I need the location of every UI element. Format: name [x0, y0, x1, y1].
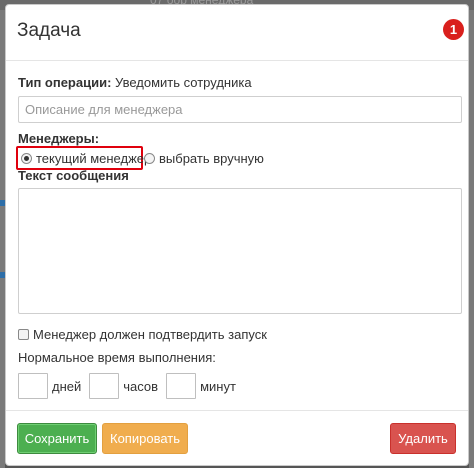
radio-current-manager-label: текущий менеджер — [36, 150, 152, 166]
modal-footer: Сохранить Копировать Удалить — [6, 410, 468, 465]
message-textarea[interactable] — [18, 188, 462, 314]
modal-header: Задача 1 — [6, 5, 468, 61]
operation-type: Тип операции: Уведомить сотрудника — [18, 75, 252, 90]
hours-input[interactable] — [89, 373, 120, 399]
confirm-start-row[interactable]: Менеджер должен подтвердить запуск — [18, 325, 267, 343]
days-unit: дней — [52, 378, 82, 394]
backdrop-right-edge — [469, 10, 474, 468]
message-text-label: Текст сообщения — [18, 168, 129, 183]
days-input[interactable] — [18, 373, 48, 399]
minutes-unit: минут — [200, 378, 236, 394]
save-button[interactable]: Сохранить — [17, 423, 97, 454]
normal-time-label: Нормальное время выполнения: — [18, 350, 216, 365]
radio-select-manually-label: выбрать вручную — [159, 150, 264, 166]
delete-button[interactable]: Удалить — [390, 423, 456, 454]
operation-type-label: Тип операции — [18, 75, 108, 90]
step-badge: 1 — [443, 19, 464, 40]
radio-select-manually[interactable]: выбрать вручную — [144, 146, 264, 170]
operation-type-separator: : — [107, 75, 112, 90]
confirm-start-label: Менеджер должен подтвердить запуск — [33, 326, 267, 342]
operation-type-value: Уведомить сотрудника — [115, 75, 252, 90]
normal-time-row: дней часов минут — [18, 373, 244, 399]
hours-unit: часов — [123, 378, 159, 394]
managers-label: Менеджеры: — [18, 131, 100, 146]
confirm-start-checkbox[interactable] — [18, 328, 29, 340]
radio-current-manager-circle[interactable] — [21, 152, 32, 164]
radio-select-manually-circle[interactable] — [144, 152, 155, 164]
radio-current-manager[interactable]: текущий менеджер — [16, 146, 151, 170]
copy-button[interactable]: Копировать — [102, 423, 188, 454]
task-modal: Задача 1 Тип операции: Уведомить сотрудн… — [5, 4, 469, 466]
minutes-input[interactable] — [166, 373, 197, 399]
modal-title: Задача — [17, 20, 81, 41]
manager-description-input[interactable] — [18, 96, 462, 123]
